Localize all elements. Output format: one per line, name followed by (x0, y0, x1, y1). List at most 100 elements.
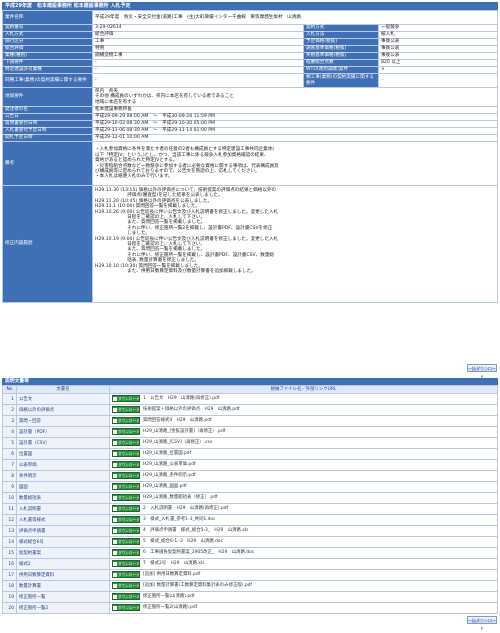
download-button[interactable]: ダウンロード (112, 472, 140, 479)
doc-file-link[interactable]: H29_山清路_図面.pdf (143, 484, 187, 489)
doc-name: 様式2 (16, 558, 110, 570)
doc-file-cell: ダウンロード 1 公告文 H29 山清路(再修正).pdf (109, 393, 498, 405)
doc-file-link[interactable]: [追加] 数量計算書(工数算定資料集計表のみ修正版).pdf (143, 583, 252, 588)
industry: 鋼構造物工事 (92, 52, 304, 60)
doc-no: 2 (2, 404, 17, 416)
doc-name: 条件明示 (16, 470, 110, 482)
doc-file-link[interactable]: [追加] 供用日数算定資料.pdf (143, 572, 200, 577)
project-name: 平成29年度 防災・安全交付金(道路)工事 (主)大町麻績インター千曲線 東筑摩… (92, 10, 498, 25)
download-button[interactable]: ダウンロード (112, 483, 140, 490)
download-button[interactable]: ダウンロード (112, 439, 140, 446)
download-button-label: ダウンロード (118, 551, 140, 555)
doc-no: 1 (2, 393, 17, 405)
disqualify-price: 事後公表 (378, 52, 498, 60)
download-button[interactable]: ダウンロード (112, 593, 140, 600)
download-icon (113, 606, 117, 610)
doc-no: 5 (2, 437, 17, 449)
doc-file-link[interactable]: H29_山清路_数量総括表（修正）.pdf (143, 495, 217, 500)
doc-no: 17 (2, 569, 17, 581)
doc-file-link[interactable]: 技術提案＋価格以外の評価点 H29 山清路.pdf (143, 407, 239, 412)
doc-no: 15 (2, 547, 17, 559)
document-row: 1 公告文 ダウンロード 1 公告文 H29 山清路(再修正).pdf (2, 393, 498, 405)
doc-file-link[interactable]: H29_山清路_[CSV]（再修正）.csv (143, 440, 212, 445)
download-all-button-top[interactable]: 一括ダウンロード (467, 364, 497, 379)
doc-file-link[interactable]: 質問回答様式4 H29 山清路.pdf (143, 418, 212, 423)
bid-period: 平成29-11-06 08:30 AM ～ 平成29-11-14 01:00 P… (92, 127, 498, 135)
doc-file-link[interactable]: H29_山清路_条件明示.pdf (143, 473, 196, 478)
doc-file-link[interactable]: 5 様式_総合6-1,-2 H29 山清路.doc (143, 539, 223, 544)
doc-file-link[interactable]: 7 様式2号 H29 山清路.xls (143, 561, 205, 566)
download-icon (113, 540, 117, 544)
bid-method: 総合評価 (92, 31, 304, 39)
download-button[interactable]: ダウンロード (112, 560, 140, 567)
license: - (92, 66, 304, 74)
doc-file-link[interactable]: 修正箇所一覧(山清路).pdf (143, 594, 194, 599)
download-button-label: ダウンロード (118, 397, 140, 401)
download-button-label: ダウンロード (118, 408, 140, 412)
doc-file-link[interactable]: H29_山清路_公表単価.pdf (143, 462, 196, 467)
label-opening-date: 開札予定日時 (2, 134, 93, 142)
doc-file-link[interactable]: 2 入札説明書 H29 山清路(再修正).pdf (143, 506, 228, 511)
download-icon (113, 474, 117, 478)
download-button[interactable]: ダウンロード (112, 582, 140, 589)
download-button-label: ダウンロード (118, 518, 140, 522)
doc-no: 14 (2, 536, 17, 548)
documents-section-title: 説明文書等 (2, 378, 498, 385)
doc-file-cell: ダウンロード [追加] 供用日数算定資料.pdf (109, 569, 498, 581)
download-button[interactable]: ダウンロード (112, 549, 140, 556)
download-button[interactable]: ダウンロード (112, 527, 140, 534)
label-similar-work: 類工事(業務)の契約実績に関する要件 (303, 73, 379, 88)
doc-no: 20 (2, 602, 17, 614)
doc-file-link[interactable]: 6 工事請負仮契約書案_2905改正_ H29 山清路.doc (143, 550, 254, 555)
document-row: 4 設計書（PDF） ダウンロード H29_山清路_[金抜設計書]（再修正）.pd… (2, 426, 498, 438)
wto: × (378, 66, 498, 74)
download-button[interactable]: ダウンロード (112, 395, 140, 402)
download-button[interactable]: ダウンロード (112, 505, 140, 512)
doc-name: 修正箇所一覧 (16, 591, 110, 603)
doc-file-link[interactable]: 3 様式_入札書_参考1-3_共同1.doc (143, 517, 216, 522)
label-question-period: 質問書受付日時 (2, 120, 93, 128)
doc-name: 質問・回答 (16, 415, 110, 427)
download-button-label: ダウンロード (118, 419, 140, 423)
doc-name: 価格以外の評価点 (16, 404, 110, 416)
download-button[interactable]: ダウンロード (112, 417, 140, 424)
download-icon (113, 507, 117, 511)
opening-date: 平成29-12-01 10:00 AM (92, 134, 498, 142)
download-all-button-bottom[interactable]: 一括ダウンロード (467, 616, 497, 631)
doc-name: 仮契約書案 (16, 547, 110, 559)
doc-file-link[interactable]: H29_山清路_[金抜設計書]（再修正）.pdf (143, 429, 225, 434)
doc-file-cell: ダウンロード H29_山清路_図面.pdf (109, 481, 498, 493)
download-icon (113, 419, 117, 423)
doc-file-link[interactable]: 修正箇所一覧2(山清路).pdf (143, 605, 197, 610)
doc-file-link[interactable]: H29_山清路_位置図.pdf (143, 451, 191, 456)
label-revision-history: 修正内容履歴 (2, 185, 93, 303)
doc-no: 8 (2, 470, 17, 482)
download-icon (113, 408, 117, 412)
download-button[interactable]: ダウンロード (112, 428, 140, 435)
document-row: 14 様式総合6号 ダウンロード 5 様式_総合6-1,-2 H29 山清路.do… (2, 536, 498, 548)
download-button-label: ダウンロード (118, 584, 140, 588)
download-button[interactable]: ダウンロード (112, 516, 140, 523)
download-button[interactable]: ダウンロード (112, 450, 140, 457)
region-line: 地域に本店を有する (95, 99, 137, 105)
download-button[interactable]: ダウンロード (112, 461, 140, 468)
download-button[interactable]: ダウンロード (112, 571, 140, 578)
subcontract: - (92, 59, 304, 67)
doc-name: 入札書等様式 (16, 514, 110, 526)
download-icon (113, 452, 117, 456)
download-button[interactable]: ダウンロード (112, 538, 140, 545)
project-info-table: 業件名称 平成29年度 防災・安全交付金(道路)工事 (主)大町麻績インター千曲… (2, 10, 498, 303)
doc-name: 設計書（CSV） (16, 437, 110, 449)
document-row: 20 修正箇所一覧2 ダウンロード 修正箇所一覧2(山清路).pdf (2, 602, 498, 614)
orderer: 松本建設事務所長 (92, 106, 498, 114)
download-button[interactable]: ダウンロード (112, 494, 140, 501)
download-button[interactable]: ダウンロード (112, 406, 140, 413)
document-row: 11 入札説明書 ダウンロード 2 入札説明書 H29 山清路(再修正).pdf (2, 503, 498, 515)
download-button-label: ダウンロード (118, 595, 140, 599)
label-contract-method: 契約方式 (303, 24, 379, 32)
doc-file-link[interactable]: 1 公告文 H29 山清路(再修正).pdf (143, 396, 219, 401)
document-row: 6 位置図 ダウンロード H29_山清路_位置図.pdf (2, 448, 498, 460)
label-contract-no: 契約番号 (2, 24, 93, 32)
download-button[interactable]: ダウンロード (112, 604, 140, 611)
doc-file-link[interactable]: 4 評価点申請書 様式_総合5-3_ H29 山清路.xls (143, 528, 248, 533)
